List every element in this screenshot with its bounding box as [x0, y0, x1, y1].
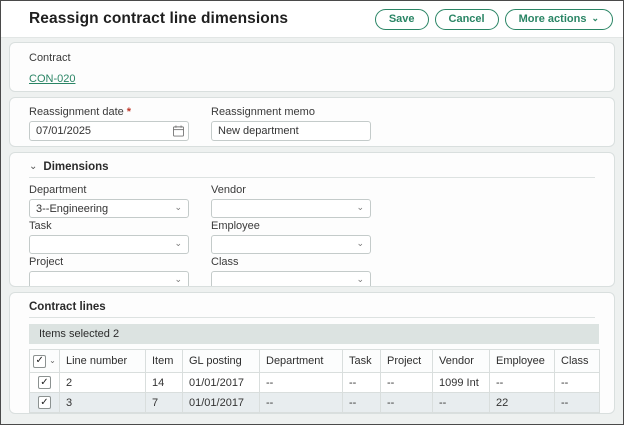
column-header-employee: Employee — [490, 350, 555, 373]
cell-class: -- — [555, 393, 600, 413]
project-select[interactable]: ⌄ — [29, 271, 189, 287]
title-bar: Reassign contract line dimensions Save C… — [1, 1, 623, 38]
employee-label: Employee — [211, 220, 371, 232]
column-header-line-number: Line number — [60, 350, 146, 373]
checkmark-icon: ✓ — [35, 356, 43, 366]
table-row: ✓ 3 7 01/01/2017 -- -- -- -- 22 -- — [30, 393, 600, 413]
reassignment-memo-label: Reassignment memo — [211, 106, 371, 118]
checkmark-icon: ✓ — [40, 398, 48, 408]
project-label: Project — [29, 256, 189, 268]
department-field-group: Department 3--Engineering ⌄ — [29, 184, 189, 218]
employee-select[interactable]: ⌄ — [211, 235, 371, 254]
cancel-button[interactable]: Cancel — [435, 9, 499, 30]
employee-field-group: Employee ⌄ — [211, 220, 371, 254]
task-label: Task — [29, 220, 189, 232]
chevron-down-icon: ⌄ — [356, 274, 364, 285]
cell-line-number: 3 — [60, 393, 146, 413]
cell-vendor: 1099 Int — [433, 373, 490, 393]
chevron-down-icon[interactable]: ⌄ — [49, 356, 56, 365]
cell-class: -- — [555, 373, 600, 393]
cell-gl-posting: 01/01/2017 — [183, 393, 260, 413]
cell-department: -- — [260, 393, 343, 413]
column-header-task: Task — [343, 350, 381, 373]
select-all-checkbox[interactable]: ✓ — [33, 355, 46, 368]
contract-section: Contract CON-020 — [9, 42, 615, 92]
cell-project: -- — [381, 373, 433, 393]
calendar-icon[interactable] — [173, 125, 184, 137]
department-select-value: 3--Engineering — [36, 203, 108, 215]
row-checkbox[interactable]: ✓ — [38, 396, 51, 409]
required-asterisk: * — [127, 106, 131, 118]
dimensions-section-toggle[interactable]: ⌄ Dimensions — [29, 161, 595, 178]
items-selected-status: Items selected 2 — [29, 324, 599, 344]
reassignment-date-label: Reassignment date — [29, 106, 124, 118]
column-header-item: Item — [146, 350, 183, 373]
chevron-down-icon: ⌄ — [174, 202, 182, 213]
department-select[interactable]: 3--Engineering ⌄ — [29, 199, 189, 218]
cell-gl-posting: 01/01/2017 — [183, 373, 260, 393]
cell-employee: -- — [490, 373, 555, 393]
table-header-row: ✓ ⌄ Line number Item GL posting Departme… — [30, 350, 600, 373]
checkmark-icon: ✓ — [40, 378, 48, 388]
project-field-group: Project ⌄ — [29, 256, 189, 287]
column-header-class: Class — [555, 350, 600, 373]
chevron-down-icon: ⌄ — [174, 238, 182, 249]
chevron-down-icon: ⌄ — [356, 202, 364, 213]
chevron-down-icon: ⌄ — [356, 238, 364, 249]
header-actions: Save Cancel More actions ⌄ — [375, 9, 613, 30]
chevron-down-icon: ⌄ — [591, 14, 599, 23]
column-header-vendor: Vendor — [433, 350, 490, 373]
cell-employee: 22 — [490, 393, 555, 413]
cell-department: -- — [260, 373, 343, 393]
cell-task: -- — [343, 393, 381, 413]
column-header-project: Project — [381, 350, 433, 373]
contract-lines-table: ✓ ⌄ Line number Item GL posting Departme… — [29, 349, 600, 413]
contract-lines-header: Contract lines — [29, 301, 595, 318]
contract-lines-title: Contract lines — [29, 301, 106, 313]
save-button[interactable]: Save — [375, 9, 429, 30]
column-header-gl-posting: GL posting — [183, 350, 260, 373]
class-select[interactable]: ⌄ — [211, 271, 371, 287]
vendor-select[interactable]: ⌄ — [211, 199, 371, 218]
chevron-down-icon: ⌄ — [29, 161, 37, 172]
reassignment-date-input[interactable] — [29, 121, 189, 141]
contract-label: Contract — [29, 52, 595, 64]
cell-task: -- — [343, 373, 381, 393]
reassignment-memo-input[interactable] — [211, 121, 371, 141]
reassignment-section: Reassignment date* Reassignment — [9, 97, 615, 147]
cell-item: 14 — [146, 373, 183, 393]
class-label: Class — [211, 256, 371, 268]
cell-item: 7 — [146, 393, 183, 413]
cell-project: -- — [381, 393, 433, 413]
more-actions-label: More actions — [519, 13, 587, 25]
task-field-group: Task ⌄ — [29, 220, 189, 254]
department-label: Department — [29, 184, 189, 196]
column-header-department: Department — [260, 350, 343, 373]
table-row: ✓ 2 14 01/01/2017 -- -- -- 1099 Int -- -… — [30, 373, 600, 393]
reassignment-memo-field-group: Reassignment memo — [211, 106, 371, 138]
dimensions-grid: Department 3--Engineering ⌄ Vendor ⌄ Tas… — [29, 184, 595, 287]
page-title: Reassign contract line dimensions — [29, 10, 288, 28]
vendor-field-group: Vendor ⌄ — [211, 184, 371, 218]
more-actions-button[interactable]: More actions ⌄ — [505, 9, 613, 30]
cell-vendor: -- — [433, 393, 490, 413]
form-content: Contract CON-020 Reassignment date* — [1, 38, 623, 424]
dimensions-section: ⌄ Dimensions Department 3--Engineering ⌄… — [9, 152, 615, 287]
dimensions-title: Dimensions — [43, 161, 108, 173]
chevron-down-icon: ⌄ — [174, 274, 182, 285]
task-select[interactable]: ⌄ — [29, 235, 189, 254]
reassign-dialog: Reassign contract line dimensions Save C… — [0, 0, 624, 425]
contract-link[interactable]: CON-020 — [29, 73, 75, 85]
reassignment-date-field-group: Reassignment date* — [29, 106, 189, 138]
cell-line-number: 2 — [60, 373, 146, 393]
class-field-group: Class ⌄ — [211, 256, 371, 287]
row-checkbox[interactable]: ✓ — [38, 376, 51, 389]
contract-lines-section: Contract lines Items selected 2 ✓ ⌄ — [9, 292, 615, 414]
vendor-label: Vendor — [211, 184, 371, 196]
